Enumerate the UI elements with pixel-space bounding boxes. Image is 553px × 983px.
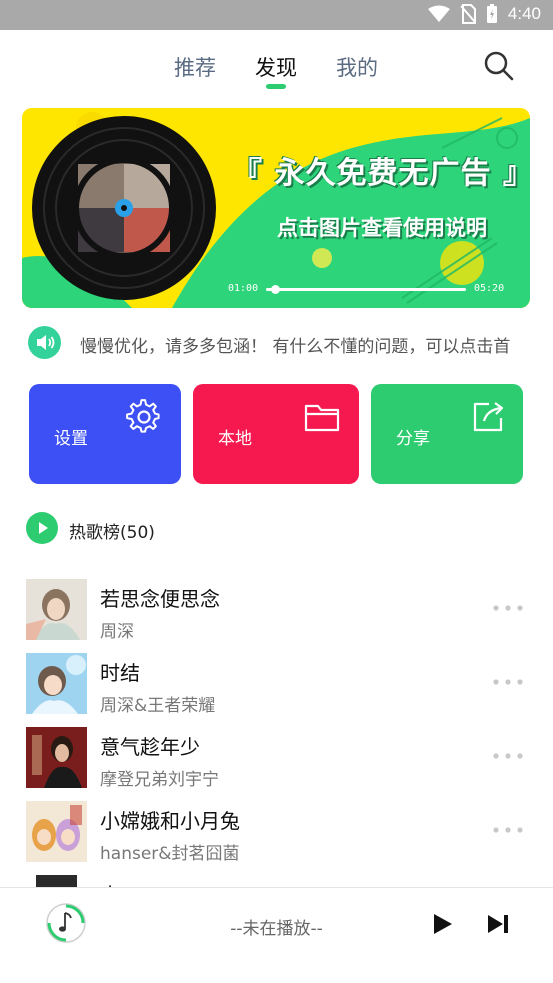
next-icon[interactable]: [486, 912, 510, 936]
song-title: 意气趁年少: [100, 735, 200, 759]
play-circle-icon: [26, 512, 58, 544]
player-status: --未在播放--: [230, 919, 323, 939]
search-button[interactable]: [483, 50, 515, 82]
banner-time-start: 01:00: [228, 283, 259, 294]
play-icon[interactable]: [430, 912, 454, 936]
more-icon[interactable]: [492, 751, 524, 761]
no-sim-icon: [460, 4, 476, 24]
song-cover: [26, 801, 87, 862]
more-icon[interactable]: [492, 603, 524, 613]
song-row[interactable]: 时结 周深&王者荣耀: [26, 653, 536, 717]
banner-progress-track: [266, 288, 466, 291]
wifi-icon: [427, 5, 450, 22]
song-row[interactable]: 若思念便思念 周深: [26, 579, 536, 643]
song-row[interactable]: 小嫦娥和小月兔 hanser&封茗囧菌: [26, 801, 536, 865]
speaker-icon: [37, 335, 55, 350]
tab-mine[interactable]: 我的: [336, 52, 378, 82]
settings-label: 设置: [54, 429, 88, 449]
notice-text: 慢慢优化，请多多包涵！ 有什么不懂的问题，可以点击首: [80, 337, 511, 357]
local-label: 本地: [218, 429, 252, 449]
song-title: 时结: [100, 661, 140, 685]
song-title: 若思念便思念: [100, 587, 220, 611]
more-icon[interactable]: [492, 825, 524, 835]
share-button[interactable]: 分享: [371, 384, 523, 484]
song-artist: 摩登兄弟刘宇宁: [100, 770, 219, 790]
battery-icon: [486, 4, 497, 23]
banner-title: 『 永久免费无广告 』: [232, 156, 530, 191]
song-artist: hanser&封茗囧菌: [100, 844, 240, 864]
status-icons: 4:40: [427, 4, 541, 24]
notice-bar[interactable]: 慢慢优化，请多多包涵！ 有什么不懂的问题，可以点击首: [26, 326, 526, 362]
tab-indicator: [266, 84, 286, 89]
hot-list-title: 热歌榜(50): [69, 523, 155, 543]
song-cover: [26, 579, 87, 640]
banner-subtitle: 点击图片查看使用说明: [277, 216, 487, 240]
status-bar: 4:40: [0, 0, 553, 30]
song-artist: 周深&王者荣耀: [100, 696, 216, 716]
tab-discover[interactable]: 发现: [255, 52, 297, 82]
banner-progress-thumb: [271, 285, 280, 294]
local-button[interactable]: 本地: [193, 384, 359, 484]
song-artist: 周深: [100, 622, 134, 642]
folder-icon: [304, 404, 340, 432]
search-icon: [484, 51, 514, 81]
notice-icon-wrap: [28, 326, 61, 359]
tab-recommend[interactable]: 推荐: [174, 52, 216, 82]
song-row[interactable]: 意气趁年少 摩登兄弟刘宇宁: [26, 727, 536, 791]
banner-time-end: 05:20: [474, 283, 505, 294]
banner[interactable]: 『 永久免费无广告 』 点击图片查看使用说明 01:00 05:20: [22, 108, 530, 308]
share-icon: [473, 402, 504, 432]
bottom-player[interactable]: --未在播放--: [0, 887, 553, 983]
song-title: 小嫦娥和小月兔: [100, 809, 240, 833]
song-cover: [26, 653, 87, 714]
banner-artwork: [22, 108, 530, 308]
song-cover: [26, 727, 87, 788]
status-time: 4:40: [507, 4, 541, 23]
share-label: 分享: [396, 429, 430, 449]
more-icon[interactable]: [492, 677, 524, 687]
gear-icon: [126, 399, 160, 433]
settings-button[interactable]: 设置: [29, 384, 181, 484]
